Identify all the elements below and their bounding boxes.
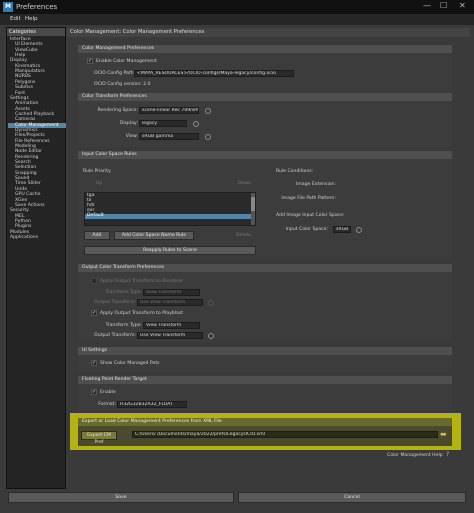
minimize-icon[interactable]: — [423,1,431,10]
section-transform-prefs-header[interactable]: Color Transform Preferences [78,93,452,101]
rendering-space-pot-icon[interactable] [205,108,211,114]
display-pot-icon[interactable] [193,121,199,127]
enable-cm-label: Enable Color Management [96,59,157,64]
up-button[interactable]: Up [96,181,102,186]
ocio-path-field[interactable]: <MAYA_RESOURCES>/OCIO-configs/Maya-legac… [134,70,294,77]
show-managed-pots-label: Show Color Managed Pots [100,361,160,366]
page-title: Color Management: Color Management Prefe… [67,28,470,37]
menu-edit[interactable]: Edit [10,16,21,22]
reapply-rules-button[interactable]: Reapply Rules to Scene [84,246,256,255]
section-output-prefs-header[interactable]: Output Color Transform Preferences [78,264,452,272]
apply-renderer-checkbox[interactable] [91,278,97,284]
menu-bar [0,14,474,25]
section-cm-prefs-header[interactable]: Color Management Preferences [78,45,452,53]
rendering-space-dropdown[interactable]: scene-linear Rec 709/sRGB [139,107,199,114]
renderer-output-pot-icon[interactable] [208,300,214,306]
display-dropdown[interactable]: legacy [139,120,187,127]
down-button[interactable]: Down [238,181,251,186]
list-item-selected[interactable]: Default [85,213,251,219]
apply-playblast-checkbox[interactable]: ✓ [91,310,97,316]
view-dropdown[interactable]: sRGB gamma [139,133,199,140]
window-title: Preferences [16,3,58,11]
image-extension-label: Image Extension: [296,182,336,187]
rule-conditions-label: Rule Conditions: [276,169,314,174]
categories-header: Categories [7,28,65,36]
view-pot-icon[interactable] [205,134,211,140]
sidebar-item-applications[interactable]: Applications [8,235,66,240]
save-button[interactable]: Save [8,492,234,503]
view-label: View: [125,134,138,139]
playblast-transform-type-dropdown[interactable]: View Transform [143,322,200,329]
playblast-output-transform-label: Output Transform: [94,333,136,338]
ocio-version-text: OCIO Config version: 2.0 [94,82,151,87]
category-list[interactable]: Interface UI Elements ViewCube Help Display K… [8,37,66,487]
show-managed-pots-checkbox[interactable]: ✓ [91,360,97,366]
section-fp-target-header[interactable]: Floating Point Render Target [78,376,452,384]
input-color-space-label: Input Color Space: [285,227,328,232]
input-color-space-dropdown[interactable]: sRGB [333,226,351,233]
playblast-output-transform-dropdown[interactable]: Use View Transform [137,332,203,339]
close-icon[interactable]: ✕ [459,1,466,10]
menu-help[interactable]: Help [25,16,38,22]
categories-panel: Interface UI Elements ViewCube Help Display K… [6,27,66,489]
display-label: Display: [119,121,138,126]
export-cm-pref-button[interactable]: Export CM Pref [81,431,117,445]
cancel-button[interactable]: Cancel [238,492,466,503]
rule-priority-label: Rule Priority [83,169,111,174]
folder-icon[interactable]: ▬ [440,430,447,438]
export-path-field[interactable]: C:/Users/ /Documents/maya/2022/prefs/Leg… [132,431,438,438]
playblast-output-pot-icon[interactable] [208,333,214,339]
add-name-rule-button[interactable]: Add Color Space Name Rule [114,231,194,240]
fp-enable-label: Enable [100,390,116,395]
apply-playblast-label: Apply Output Transform to Playblast [100,311,184,316]
renderer-transform-type-label: Transform Type: [105,290,142,295]
input-color-space-pot-icon[interactable] [356,227,362,233]
maya-app-icon: M [3,2,13,12]
fp-enable-checkbox[interactable]: ✓ [91,389,97,395]
section-input-rules-header[interactable]: Input Color Space Rules [78,151,452,159]
add-image-input-label: Add Image Input Color Space: [276,213,345,218]
renderer-output-transform-dropdown[interactable]: Use View Transform [137,299,203,306]
format-label: Format: [98,402,116,407]
playblast-transform-type-label: Transform Type: [105,323,142,328]
scrollbar-thumb[interactable] [251,197,255,211]
apply-renderer-label: Apply Output Transform to Renderer [100,279,184,284]
help-question-icon[interactable]: ? [446,451,449,458]
cm-help-link[interactable]: Color Management Help [387,453,443,458]
rendering-space-label: Rendering Space: [97,108,138,113]
renderer-transform-type-dropdown[interactable]: View Transform [143,289,200,296]
enable-cm-checkbox[interactable]: ✓ [87,58,93,64]
renderer-output-transform-label: Output Transform: [94,300,136,305]
section-export-header[interactable]: Export or Load Color Management Preferen… [78,418,452,426]
maximize-icon[interactable]: ☐ [440,1,447,10]
section-ui-settings-header[interactable]: UI Settings [78,347,452,355]
file-path-pattern-label: Image File Path Pattern: [281,196,336,201]
delete-rule-button[interactable]: Delete [236,233,251,238]
ocio-path-label: OCIO Config Path: [94,71,136,76]
add-rule-button[interactable]: Add [84,231,110,240]
title-bar [0,0,474,14]
format-dropdown[interactable]: R32G32B32A32_FLOAT [117,401,187,408]
rule-list[interactable]: tga tx hdr exr Default [84,192,256,226]
